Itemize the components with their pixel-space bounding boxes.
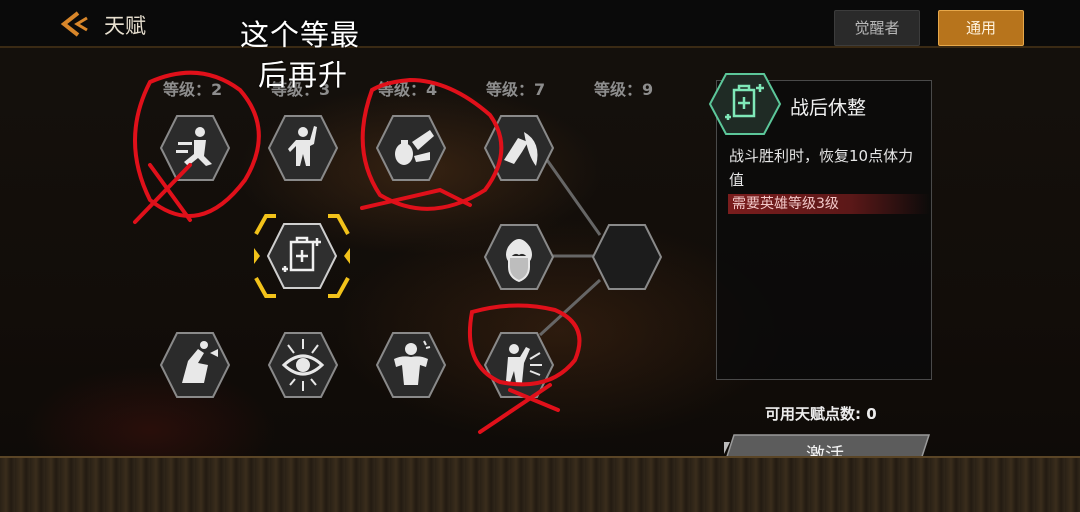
detail-medkit-icon xyxy=(708,73,782,135)
talent-node-shield-arm[interactable] xyxy=(483,112,555,184)
page-title: 天赋 xyxy=(104,14,146,38)
tab-awakener[interactable]: 觉醒者 xyxy=(834,10,920,46)
talent-node-dodge-figure[interactable] xyxy=(483,329,555,401)
flame-shield-icon xyxy=(506,239,532,283)
talent-node-shout-figure[interactable] xyxy=(159,329,231,401)
annotation-text-line1: 这个等最 xyxy=(240,18,361,52)
talent-name: 战后休整 xyxy=(790,97,867,119)
talent-node-grenade-hand[interactable] xyxy=(375,112,447,184)
empty-slot-icon xyxy=(591,224,663,290)
top-divider xyxy=(0,46,1080,48)
bottom-strip xyxy=(0,458,1080,512)
level-label-5: 等级：9 xyxy=(594,80,654,99)
game-background: 天赋 觉醒者 通用 等级：2 等级：3 等级：4 等级：7 等级：9 战后休整 … xyxy=(0,0,1080,512)
talent-node-running-figure[interactable] xyxy=(159,112,231,184)
talent-node-medkit[interactable] xyxy=(266,220,338,292)
annotation-text-line2: 后再升 xyxy=(258,58,349,92)
level-label-4: 等级：7 xyxy=(486,80,546,99)
level-label-1: 等级：2 xyxy=(163,80,223,99)
talent-node-brawler-figure[interactable] xyxy=(267,112,339,184)
talent-node-empty[interactable] xyxy=(591,221,663,293)
back-arrow-icon[interactable] xyxy=(56,10,92,38)
tab-general[interactable]: 通用 xyxy=(938,10,1024,46)
available-points: 可用天赋点数: 0 xyxy=(765,405,877,423)
talent-node-eye[interactable] xyxy=(267,329,339,401)
level-label-3: 等级：4 xyxy=(378,80,438,99)
talent-requirement: 需要英雄等级3级 xyxy=(728,194,930,214)
cross-mark-2 xyxy=(360,187,472,210)
talent-description: 战斗胜利时，恢复10点体力值 xyxy=(729,147,914,189)
talent-node-flame-shield[interactable] xyxy=(483,221,555,293)
talent-node-flex-figure[interactable] xyxy=(375,329,447,401)
